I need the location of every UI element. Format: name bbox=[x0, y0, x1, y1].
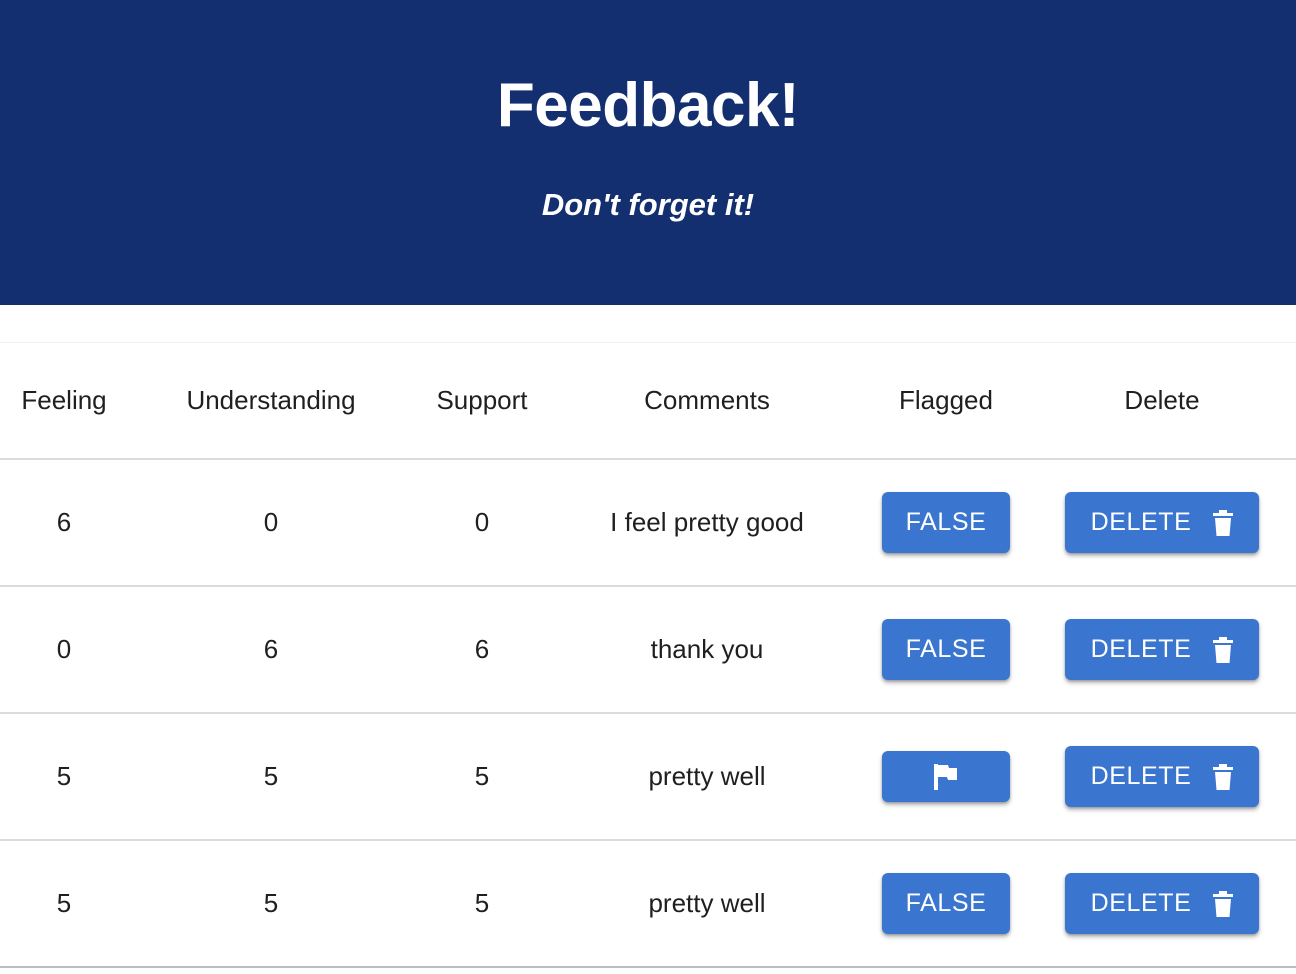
feeling-cell: 6 bbox=[0, 459, 128, 587]
trash-icon bbox=[1213, 890, 1234, 917]
support-cell: 0 bbox=[414, 459, 550, 587]
support-cell: 5 bbox=[414, 713, 550, 841]
understanding-cell: 5 bbox=[128, 713, 414, 841]
flag-toggle-button[interactable]: FALSE bbox=[882, 619, 1010, 680]
delete-button[interactable]: DELETE bbox=[1065, 873, 1259, 934]
delete-button[interactable]: DELETE bbox=[1065, 746, 1259, 807]
feedback-table-container: Feeling Understanding Support Comments F… bbox=[0, 342, 1296, 968]
trash-icon bbox=[1213, 763, 1234, 790]
delete-button-label: DELETE bbox=[1090, 762, 1192, 790]
flag-toggle-button[interactable] bbox=[882, 751, 1010, 802]
app-header: Feedback! Don't forget it! bbox=[0, 0, 1296, 305]
support-cell: 5 bbox=[414, 840, 550, 968]
understanding-cell: 6 bbox=[128, 586, 414, 714]
column-header-comments: Comments bbox=[550, 343, 864, 460]
column-header-support: Support bbox=[414, 343, 550, 460]
understanding-cell: 5 bbox=[128, 840, 414, 968]
table-row: 0 6 6 thank you FALSE DELETE bbox=[0, 586, 1296, 714]
flag-toggle-button[interactable]: FALSE bbox=[882, 873, 1010, 934]
column-header-feeling: Feeling bbox=[0, 343, 128, 460]
feedback-table: Feeling Understanding Support Comments F… bbox=[0, 343, 1296, 968]
column-header-flagged: Flagged bbox=[864, 343, 1028, 460]
delete-button[interactable]: DELETE bbox=[1065, 492, 1259, 553]
delete-button-label: DELETE bbox=[1090, 508, 1192, 536]
column-header-understanding: Understanding bbox=[128, 343, 414, 460]
trash-icon bbox=[1213, 636, 1234, 663]
table-header-row: Feeling Understanding Support Comments F… bbox=[0, 343, 1296, 460]
feeling-cell: 5 bbox=[0, 713, 128, 841]
delete-cell: DELETE bbox=[1028, 713, 1296, 841]
flag-toggle-button[interactable]: FALSE bbox=[882, 492, 1010, 553]
flagged-cell: FALSE bbox=[864, 459, 1028, 587]
page-title: Feedback! bbox=[496, 71, 800, 140]
feeling-cell: 5 bbox=[0, 840, 128, 968]
delete-button[interactable]: DELETE bbox=[1065, 619, 1259, 680]
support-cell: 6 bbox=[414, 586, 550, 714]
table-row: 5 5 5 pretty well FALSE DELETE bbox=[0, 840, 1296, 968]
understanding-cell: 0 bbox=[128, 459, 414, 587]
delete-cell: DELETE bbox=[1028, 586, 1296, 714]
page-subtitle: Don't forget it! bbox=[541, 187, 755, 222]
trash-icon bbox=[1213, 509, 1234, 536]
delete-button-label: DELETE bbox=[1090, 889, 1192, 917]
comments-cell: pretty well bbox=[550, 713, 864, 841]
flagged-cell: FALSE bbox=[864, 586, 1028, 714]
flagged-cell: FALSE bbox=[864, 840, 1028, 968]
delete-cell: DELETE bbox=[1028, 840, 1296, 968]
column-header-delete: Delete bbox=[1028, 343, 1296, 460]
comments-cell: thank you bbox=[550, 586, 864, 714]
table-row: 5 5 5 pretty well DELETE bbox=[0, 713, 1296, 841]
comments-cell: I feel pretty good bbox=[550, 459, 864, 587]
delete-button-label: DELETE bbox=[1090, 635, 1192, 663]
feeling-cell: 0 bbox=[0, 586, 128, 714]
table-row: 6 0 0 I feel pretty good FALSE DELETE bbox=[0, 459, 1296, 587]
flagged-cell bbox=[864, 713, 1028, 841]
comments-cell: pretty well bbox=[550, 840, 864, 968]
delete-cell: DELETE bbox=[1028, 459, 1296, 587]
flag-icon bbox=[934, 763, 958, 790]
